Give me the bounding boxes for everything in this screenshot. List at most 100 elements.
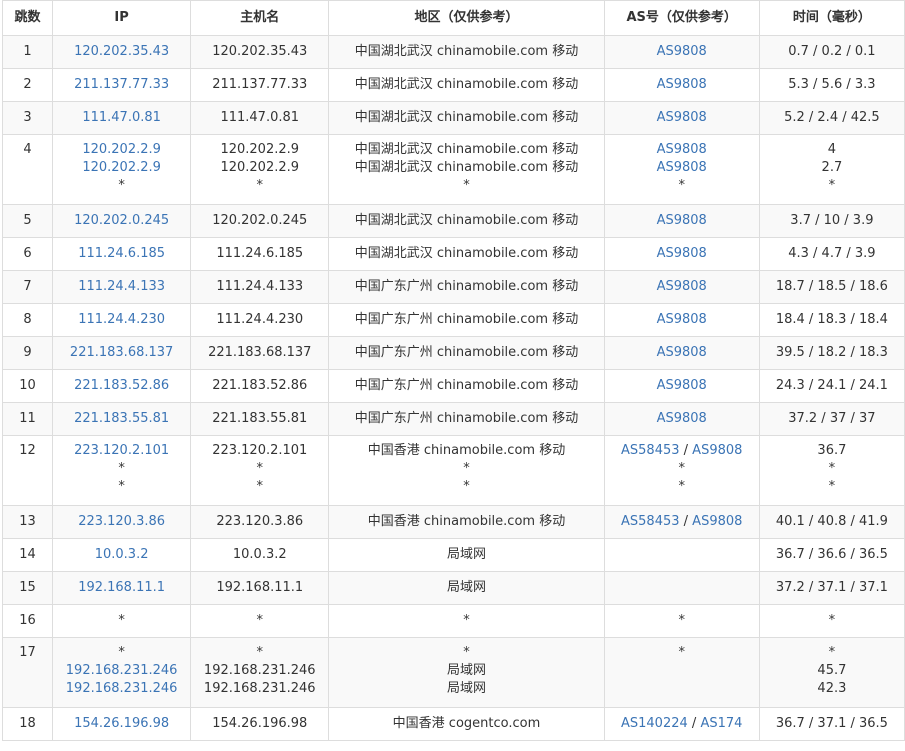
ip-cell-link[interactable]: 120.202.2.9 <box>82 141 161 159</box>
hostname-cell: 223.120.2.101 * * <box>190 435 330 506</box>
region-cell-text: 局域网 <box>446 547 486 562</box>
as-link[interactable]: AS9808 <box>657 246 707 261</box>
ip-cell-link[interactable]: 120.202.35.43 <box>74 43 169 61</box>
ip-cell-link[interactable]: 10.0.3.2 <box>95 546 149 564</box>
as-link[interactable]: AS9808 <box>657 345 707 360</box>
time-cell-text: 4 <box>827 142 837 157</box>
as-link[interactable]: AS9808 <box>692 443 742 458</box>
ip-cell-link[interactable]: 111.47.0.81 <box>82 109 161 127</box>
hop-cell: 5 <box>1 204 54 238</box>
time-cell-lines: 18.4 / 18.3 / 18.4 <box>764 311 900 329</box>
hostname-cell: 111.24.4.230 <box>190 303 330 337</box>
hostname-cell-text: 111.47.0.81 <box>220 110 300 125</box>
ip-cell-link[interactable]: 120.202.0.245 <box>74 212 169 230</box>
region-cell-lines: 中国湖北武汉 chinamobile.com 移动 <box>333 212 599 230</box>
region-cell: * 局域网 局域网 <box>328 637 605 708</box>
as-line: AS9808 <box>657 43 707 61</box>
as-line: * <box>678 460 685 478</box>
as-line: * <box>678 177 685 195</box>
ip-cell-link[interactable]: 223.120.3.86 <box>78 513 165 531</box>
ip-cell-link[interactable]: 221.183.55.81 <box>74 410 169 428</box>
as-link[interactable]: AS58453 <box>621 514 680 529</box>
time-cell: 24.3 / 24.1 / 24.1 <box>758 369 905 403</box>
time-cell: 36.7 / 37.1 / 36.5 <box>758 707 905 741</box>
time-cell: 37.2 / 37 / 37 <box>758 402 905 436</box>
as-link[interactable]: AS9808 <box>692 514 742 529</box>
as-link[interactable]: AS9808 <box>657 411 707 426</box>
as-link[interactable]: AS174 <box>700 716 742 731</box>
as-cell: AS9808 <box>603 270 760 304</box>
ip-cell-link[interactable]: 223.120.2.101 <box>74 442 169 460</box>
ip-cell-link[interactable]: 154.26.196.98 <box>74 715 169 733</box>
ip-cell-lines: 111.47.0.81 <box>57 109 186 127</box>
region-cell-text: 局域网 <box>446 580 486 595</box>
time-cell-text: 3.7 / 10 / 3.9 <box>790 213 874 228</box>
ip-cell-link[interactable]: 192.168.231.246 <box>66 680 178 698</box>
hostname-cell-lines: 211.137.77.33 <box>195 76 324 94</box>
ip-cell-lines: 221.183.52.86 <box>57 377 186 395</box>
hostname-cell: * 192.168.231.246 192.168.231.246 <box>190 637 330 708</box>
hop-cell: 12 <box>1 435 54 506</box>
ip-cell: 111.24.4.230 <box>52 303 192 337</box>
ip-cell-link[interactable]: 120.202.2.9 <box>82 159 161 177</box>
as-link[interactable]: AS9808 <box>657 77 707 92</box>
time-cell-text: * <box>828 645 836 660</box>
ip-cell-text: * <box>118 178 125 193</box>
hostname-cell-text: 223.120.2.101 <box>212 443 308 458</box>
hostname-cell-lines: 154.26.196.98 <box>195 715 324 733</box>
hostname-cell-text: 111.24.4.230 <box>216 312 304 327</box>
as-text: * <box>678 613 685 628</box>
ip-cell-link[interactable]: 192.168.231.246 <box>66 662 178 680</box>
as-cell: * <box>603 604 760 638</box>
ip-cell: 223.120.3.86 <box>52 505 192 539</box>
as-link[interactable]: AS9808 <box>657 110 707 125</box>
as-separator: / <box>679 443 693 458</box>
as-cell-lines: * <box>609 644 755 698</box>
as-line: AS9808 <box>657 377 707 395</box>
as-link[interactable]: AS9808 <box>657 160 707 175</box>
as-link[interactable]: AS9808 <box>657 44 707 59</box>
ip-cell: 120.202.2.9 120.202.2.9 * <box>52 134 192 205</box>
as-cell: AS9808 AS9808 * <box>603 134 760 205</box>
region-cell-lines: 中国香港 chinamobile.com 移动 <box>333 513 599 531</box>
time-cell: 4.3 / 4.7 / 3.9 <box>758 237 905 271</box>
hostname-cell: 211.137.77.33 <box>190 68 330 102</box>
as-line: * <box>678 612 685 630</box>
as-link[interactable]: AS9808 <box>657 142 707 157</box>
as-link[interactable]: AS58453 <box>621 443 680 458</box>
ip-cell-link[interactable]: 111.24.4.230 <box>78 311 165 329</box>
time-cell-text: 5.2 / 2.4 / 42.5 <box>784 110 880 125</box>
ip-cell-link[interactable]: 211.137.77.33 <box>74 76 169 94</box>
as-link[interactable]: AS9808 <box>657 279 707 294</box>
ip-cell-link[interactable]: 111.24.6.185 <box>78 245 165 263</box>
hostname-cell-lines: 223.120.3.86 <box>195 513 324 531</box>
as-link[interactable]: AS140224 <box>621 716 688 731</box>
hop-cell: 10 <box>1 369 54 403</box>
ip-cell-link[interactable]: 192.168.11.1 <box>78 579 165 597</box>
ip-cell-link[interactable]: 221.183.68.137 <box>70 344 173 362</box>
hop-cell: 1 <box>1 35 54 69</box>
ip-cell: 120.202.0.245 <box>52 204 192 238</box>
as-link[interactable]: AS9808 <box>657 213 707 228</box>
as-cell-lines: AS9808 <box>609 278 755 296</box>
as-line: AS9808 <box>657 212 707 230</box>
time-cell-text: * <box>828 479 836 494</box>
time-cell: 18.7 / 18.5 / 18.6 <box>758 270 905 304</box>
as-cell-lines: AS9808 <box>609 377 755 395</box>
ip-cell-link[interactable]: 221.183.52.86 <box>74 377 169 395</box>
ip-cell-lines: 211.137.77.33 <box>57 76 186 94</box>
region-cell: 中国广东广州 chinamobile.com 移动 <box>328 336 605 370</box>
time-cell-lines: * <box>764 612 900 630</box>
ip-cell-text: * <box>118 461 125 476</box>
region-cell-lines: 局域网 <box>333 546 599 564</box>
region-cell-text: * <box>463 645 470 660</box>
as-cell-lines: AS9808 <box>609 410 755 428</box>
time-cell-text: 36.7 / 36.6 / 36.5 <box>775 547 888 562</box>
ip-cell: 120.202.35.43 <box>52 35 192 69</box>
as-link[interactable]: AS9808 <box>657 312 707 327</box>
ip-cell-link[interactable]: 111.24.4.133 <box>78 278 165 296</box>
as-link[interactable]: AS9808 <box>657 378 707 393</box>
as-cell-lines: AS9808 <box>609 109 755 127</box>
hostname-cell: * <box>190 604 330 638</box>
hostname-cell-text: 192.168.11.1 <box>216 580 304 595</box>
